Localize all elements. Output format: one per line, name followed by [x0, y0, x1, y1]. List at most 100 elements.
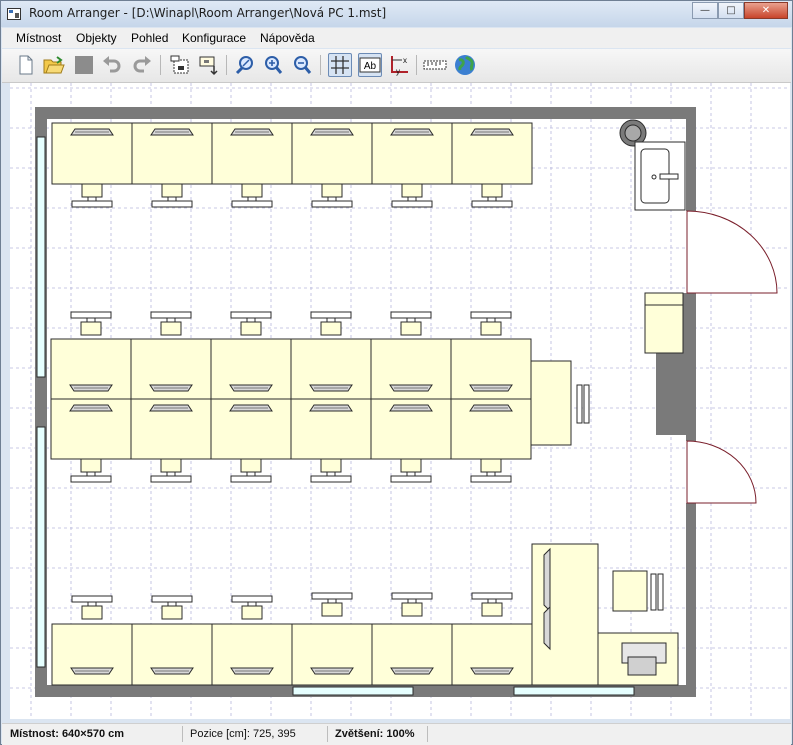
- chair[interactable]: [151, 595, 193, 620]
- close-button[interactable]: ✕: [744, 2, 788, 19]
- side-chair[interactable]: [576, 384, 583, 424]
- maximize-button[interactable]: □: [718, 2, 744, 19]
- desk-bottom-row[interactable]: [211, 623, 293, 686]
- furniture[interactable]: [50, 119, 686, 686]
- globe-button[interactable]: [453, 53, 477, 77]
- desk-bottom-row[interactable]: [51, 623, 133, 686]
- monitor[interactable]: [69, 384, 113, 392]
- sink-tap[interactable]: [659, 173, 679, 180]
- chair[interactable]: [71, 183, 113, 208]
- axes-button[interactable]: yx: [387, 53, 411, 77]
- chair[interactable]: [311, 183, 353, 208]
- chair[interactable]: [70, 458, 112, 483]
- title-bar[interactable]: Room Arranger - [D:\Winapl\Room Arranger…: [1, 1, 792, 27]
- monitor[interactable]: [309, 404, 353, 412]
- grid-icon: [331, 56, 349, 74]
- chair[interactable]: [230, 458, 272, 483]
- desk-bottom-row[interactable]: [291, 623, 373, 686]
- monitor[interactable]: [310, 667, 354, 675]
- menu-mistnost[interactable]: Místnost: [16, 31, 61, 45]
- select-objects-button[interactable]: [168, 53, 192, 77]
- monitor[interactable]: [230, 667, 274, 675]
- menu-pohled[interactable]: Pohled: [131, 31, 168, 45]
- monitor[interactable]: [389, 404, 433, 412]
- floor-plan[interactable]: [10, 83, 790, 719]
- monitor[interactable]: [69, 404, 113, 412]
- grid-toggle-button[interactable]: [328, 53, 352, 77]
- zoom-button[interactable]: [233, 53, 257, 77]
- monitor[interactable]: [229, 384, 273, 392]
- printer-tray[interactable]: [627, 656, 657, 676]
- chair[interactable]: [311, 592, 353, 617]
- small-chair[interactable]: [657, 573, 664, 611]
- monitor[interactable]: [230, 128, 274, 136]
- monitor[interactable]: [470, 667, 514, 675]
- chair[interactable]: [471, 592, 513, 617]
- chair[interactable]: [71, 595, 113, 620]
- chair[interactable]: [471, 183, 513, 208]
- monitor[interactable]: [469, 404, 513, 412]
- teacher-monitor[interactable]: [543, 605, 551, 651]
- redo-button[interactable]: [130, 53, 154, 77]
- minimize-button[interactable]: —: [692, 2, 718, 19]
- add-object-icon: [199, 56, 218, 76]
- save-button[interactable]: [72, 53, 96, 77]
- side-chair[interactable]: [583, 384, 590, 424]
- menu-bar: Místnost Objekty Pohled Konfigurace Nápo…: [2, 28, 791, 48]
- menu-konfigurace[interactable]: Konfigurace: [182, 31, 246, 45]
- monitor[interactable]: [310, 128, 354, 136]
- monitor[interactable]: [149, 404, 193, 412]
- monitor[interactable]: [469, 384, 513, 392]
- menu-objekty[interactable]: Objekty: [76, 31, 117, 45]
- chair[interactable]: [231, 595, 273, 620]
- monitor[interactable]: [70, 667, 114, 675]
- desk-bottom-row[interactable]: [371, 623, 453, 686]
- monitor[interactable]: [150, 667, 194, 675]
- room-canvas[interactable]: [10, 83, 790, 719]
- chair[interactable]: [310, 311, 352, 336]
- monitor[interactable]: [390, 128, 434, 136]
- chair[interactable]: [70, 311, 112, 336]
- open-button[interactable]: [42, 53, 66, 77]
- desk-bottom-row[interactable]: [451, 623, 533, 686]
- chair[interactable]: [230, 311, 272, 336]
- chair[interactable]: [231, 183, 273, 208]
- chair[interactable]: [390, 311, 432, 336]
- ruler-button[interactable]: [423, 53, 447, 77]
- new-file-button[interactable]: [14, 53, 38, 77]
- zoom-in-button[interactable]: [261, 53, 285, 77]
- monitor[interactable]: [389, 384, 433, 392]
- menu-napoveda[interactable]: Nápověda: [260, 31, 315, 45]
- chair[interactable]: [391, 592, 433, 617]
- small-table[interactable]: [612, 570, 648, 612]
- monitor[interactable]: [229, 404, 273, 412]
- monitor[interactable]: [470, 128, 514, 136]
- app-window: Room Arranger - [D:\Winapl\Room Arranger…: [0, 0, 793, 745]
- zoom-out-icon: [294, 56, 312, 74]
- zoom-out-button[interactable]: [290, 53, 314, 77]
- teacher-desk[interactable]: [531, 543, 599, 686]
- monitor[interactable]: [150, 128, 194, 136]
- chair[interactable]: [150, 311, 192, 336]
- sink-drain[interactable]: [651, 174, 657, 180]
- monitor[interactable]: [390, 667, 434, 675]
- desk-bottom-row[interactable]: [131, 623, 213, 686]
- chair[interactable]: [470, 311, 512, 336]
- wall-shelf[interactable]: [644, 292, 684, 354]
- chair[interactable]: [151, 183, 193, 208]
- desk-side-table[interactable]: [530, 360, 572, 446]
- chair[interactable]: [310, 458, 352, 483]
- monitor[interactable]: [70, 128, 114, 136]
- add-object-button[interactable]: [197, 53, 221, 77]
- chair[interactable]: [391, 183, 433, 208]
- small-chair[interactable]: [650, 573, 657, 611]
- teacher-monitor[interactable]: [543, 547, 551, 613]
- bin-inner[interactable]: [624, 124, 642, 142]
- monitor[interactable]: [309, 384, 353, 392]
- chair[interactable]: [390, 458, 432, 483]
- chair[interactable]: [470, 458, 512, 483]
- monitor[interactable]: [149, 384, 193, 392]
- undo-button[interactable]: [100, 53, 124, 77]
- labels-toggle-button[interactable]: Ab: [358, 53, 382, 77]
- chair[interactable]: [150, 458, 192, 483]
